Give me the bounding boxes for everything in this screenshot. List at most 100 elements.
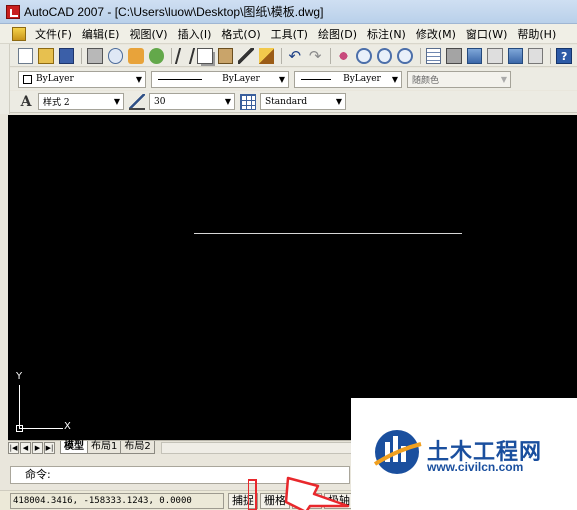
tab-last-button[interactable]: ▶| bbox=[44, 441, 55, 454]
plotstyle-value: 随颜色 bbox=[412, 75, 440, 86]
menu-edit[interactable]: 编辑(E) bbox=[77, 26, 125, 42]
menu-help[interactable]: 帮助(H) bbox=[512, 26, 561, 42]
zoom-window-icon[interactable] bbox=[376, 47, 393, 64]
menu-format[interactable]: 格式(O) bbox=[216, 26, 265, 42]
zoom-realtime-icon[interactable] bbox=[356, 47, 372, 64]
chevron-down-icon[interactable]: ▼ bbox=[111, 94, 123, 109]
toolbar-dock-strip bbox=[0, 44, 10, 114]
chevron-down-icon[interactable]: ▼ bbox=[222, 94, 234, 109]
calculator-icon[interactable] bbox=[528, 47, 544, 64]
menu-view[interactable]: 视图(V) bbox=[124, 26, 172, 42]
publish-icon[interactable] bbox=[128, 47, 144, 64]
tab-first-button[interactable]: |◀ bbox=[8, 441, 19, 454]
toolbar-separator bbox=[550, 47, 552, 64]
lineweight-select[interactable]: ByLayer ▼ bbox=[294, 70, 402, 88]
civilcn-logo-icon bbox=[373, 430, 422, 474]
cut-icon[interactable] bbox=[174, 47, 195, 64]
zoom-previous-icon[interactable] bbox=[397, 47, 413, 64]
tab-next-button[interactable]: ▶ bbox=[32, 441, 43, 454]
markup-icon[interactable] bbox=[507, 47, 524, 64]
linetype-value: ByLayer bbox=[222, 74, 260, 84]
ucs-y-label: Y bbox=[16, 371, 23, 382]
tab-layout2[interactable]: 布局2 bbox=[120, 441, 155, 454]
dim-style-value: 30 bbox=[154, 96, 166, 107]
lineweight-value: ByLayer bbox=[343, 74, 381, 84]
pan-icon[interactable] bbox=[335, 47, 352, 64]
toolbar-separator bbox=[81, 47, 83, 64]
window-title: AutoCAD 2007 - [C:\Users\luow\Desktop\图纸… bbox=[24, 5, 324, 19]
redo-icon[interactable]: ↷ bbox=[307, 48, 322, 64]
autocad-window: AutoCAD 2007 - [C:\Users\luow\Desktop\图纸… bbox=[0, 0, 577, 510]
menu-insert[interactable]: 插入(I) bbox=[173, 26, 217, 42]
text-style-icon[interactable]: A bbox=[18, 94, 34, 110]
tool-palettes-icon[interactable] bbox=[466, 47, 483, 64]
chevron-down-icon[interactable]: ▼ bbox=[133, 72, 145, 87]
chevron-down-icon[interactable]: ▼ bbox=[333, 94, 345, 109]
toolbar-separator bbox=[419, 47, 421, 64]
red-arrow-annotation bbox=[248, 476, 350, 510]
tab-prev-button[interactable]: ◀ bbox=[20, 441, 31, 454]
title-bar: AutoCAD 2007 - [C:\Users\luow\Desktop\图纸… bbox=[0, 0, 577, 24]
lineweight-sample bbox=[301, 78, 331, 80]
properties-icon[interactable] bbox=[425, 47, 442, 64]
standard-toolbar: ↶ ↷ ? bbox=[10, 45, 577, 67]
toolbar-separator bbox=[281, 47, 283, 64]
drawn-line[interactable] bbox=[194, 233, 462, 234]
ucs-x-axis bbox=[19, 428, 63, 429]
menu-modify[interactable]: 修改(M) bbox=[411, 26, 461, 42]
ucs-origin-box bbox=[16, 425, 23, 432]
coordinate-readout: 418004.3416, -158333.1243, 0.0000 bbox=[10, 492, 224, 509]
autocad-logo-icon bbox=[6, 4, 20, 19]
toolbar-separator bbox=[170, 47, 172, 64]
menu-dimension[interactable]: 标注(N) bbox=[362, 26, 411, 42]
plot-icon[interactable] bbox=[148, 47, 164, 64]
plotstyle-select: 随颜色 ▼ bbox=[407, 70, 511, 88]
linetype-sample bbox=[158, 78, 202, 80]
print-icon[interactable] bbox=[87, 47, 103, 64]
brush-icon[interactable] bbox=[238, 47, 254, 64]
dim-style-select[interactable]: 30 ▼ bbox=[149, 93, 235, 110]
help-icon[interactable]: ? bbox=[556, 47, 572, 64]
properties-toolbar: ByLayer ▼ ByLayer ▼ ByLayer ▼ 随颜色 ▼ bbox=[10, 68, 577, 90]
menu-draw[interactable]: 绘图(D) bbox=[313, 26, 362, 42]
color-select[interactable]: ByLayer ▼ bbox=[18, 70, 146, 88]
copy-icon[interactable] bbox=[197, 47, 213, 64]
undo-icon[interactable]: ↶ bbox=[287, 48, 302, 64]
chevron-down-icon: ▼ bbox=[500, 74, 508, 84]
tab-model[interactable]: 模型 bbox=[60, 441, 88, 454]
command-prompt: 命令: bbox=[25, 468, 51, 481]
open-icon[interactable] bbox=[38, 47, 54, 64]
highlight-box-edge bbox=[248, 479, 257, 510]
chevron-down-icon[interactable]: ▼ bbox=[389, 72, 401, 87]
menu-tools[interactable]: 工具(T) bbox=[266, 26, 313, 42]
watermark-url: www.civilcn.com bbox=[427, 460, 524, 474]
toolbar-separator bbox=[329, 47, 331, 64]
chevron-down-icon[interactable]: ▼ bbox=[276, 72, 288, 87]
menu-window[interactable]: 窗口(W) bbox=[461, 26, 512, 42]
sheet-set-icon[interactable] bbox=[487, 47, 503, 64]
match-props-icon[interactable] bbox=[258, 47, 275, 64]
ucs-x-label: X bbox=[64, 421, 71, 432]
color-value: ByLayer bbox=[36, 74, 74, 84]
table-style-select[interactable]: Standard ▼ bbox=[260, 93, 346, 110]
arrow-shape bbox=[284, 476, 350, 510]
color-swatch bbox=[23, 74, 32, 84]
save-icon[interactable] bbox=[58, 47, 75, 64]
menu-bar: 文件(F) 编辑(E) 视图(V) 插入(I) 格式(O) 工具(T) 绘图(D… bbox=[0, 24, 577, 44]
tab-layout1[interactable]: 布局1 bbox=[87, 441, 122, 454]
linetype-select[interactable]: ByLayer ▼ bbox=[151, 70, 289, 88]
ucs-y-axis bbox=[19, 385, 20, 429]
table-style-icon[interactable] bbox=[240, 93, 256, 110]
paste-icon[interactable] bbox=[217, 47, 234, 64]
text-style-select[interactable]: 样式 2 ▼ bbox=[38, 93, 124, 110]
ucs-icon: Y X bbox=[16, 371, 76, 433]
styles-toolbar: A 样式 2 ▼ 30 ▼ Standard ▼ bbox=[10, 91, 577, 113]
design-center-icon[interactable] bbox=[446, 47, 462, 64]
watermark: 土木工程网 www.civilcn.com bbox=[351, 398, 577, 510]
drawing-canvas[interactable]: Y X bbox=[8, 115, 577, 440]
dim-style-icon[interactable] bbox=[129, 93, 145, 110]
menu-file[interactable]: 文件(F) bbox=[30, 26, 77, 42]
document-menu-icon[interactable] bbox=[12, 26, 26, 41]
new-icon[interactable] bbox=[18, 47, 34, 64]
preview-icon[interactable] bbox=[107, 47, 124, 64]
